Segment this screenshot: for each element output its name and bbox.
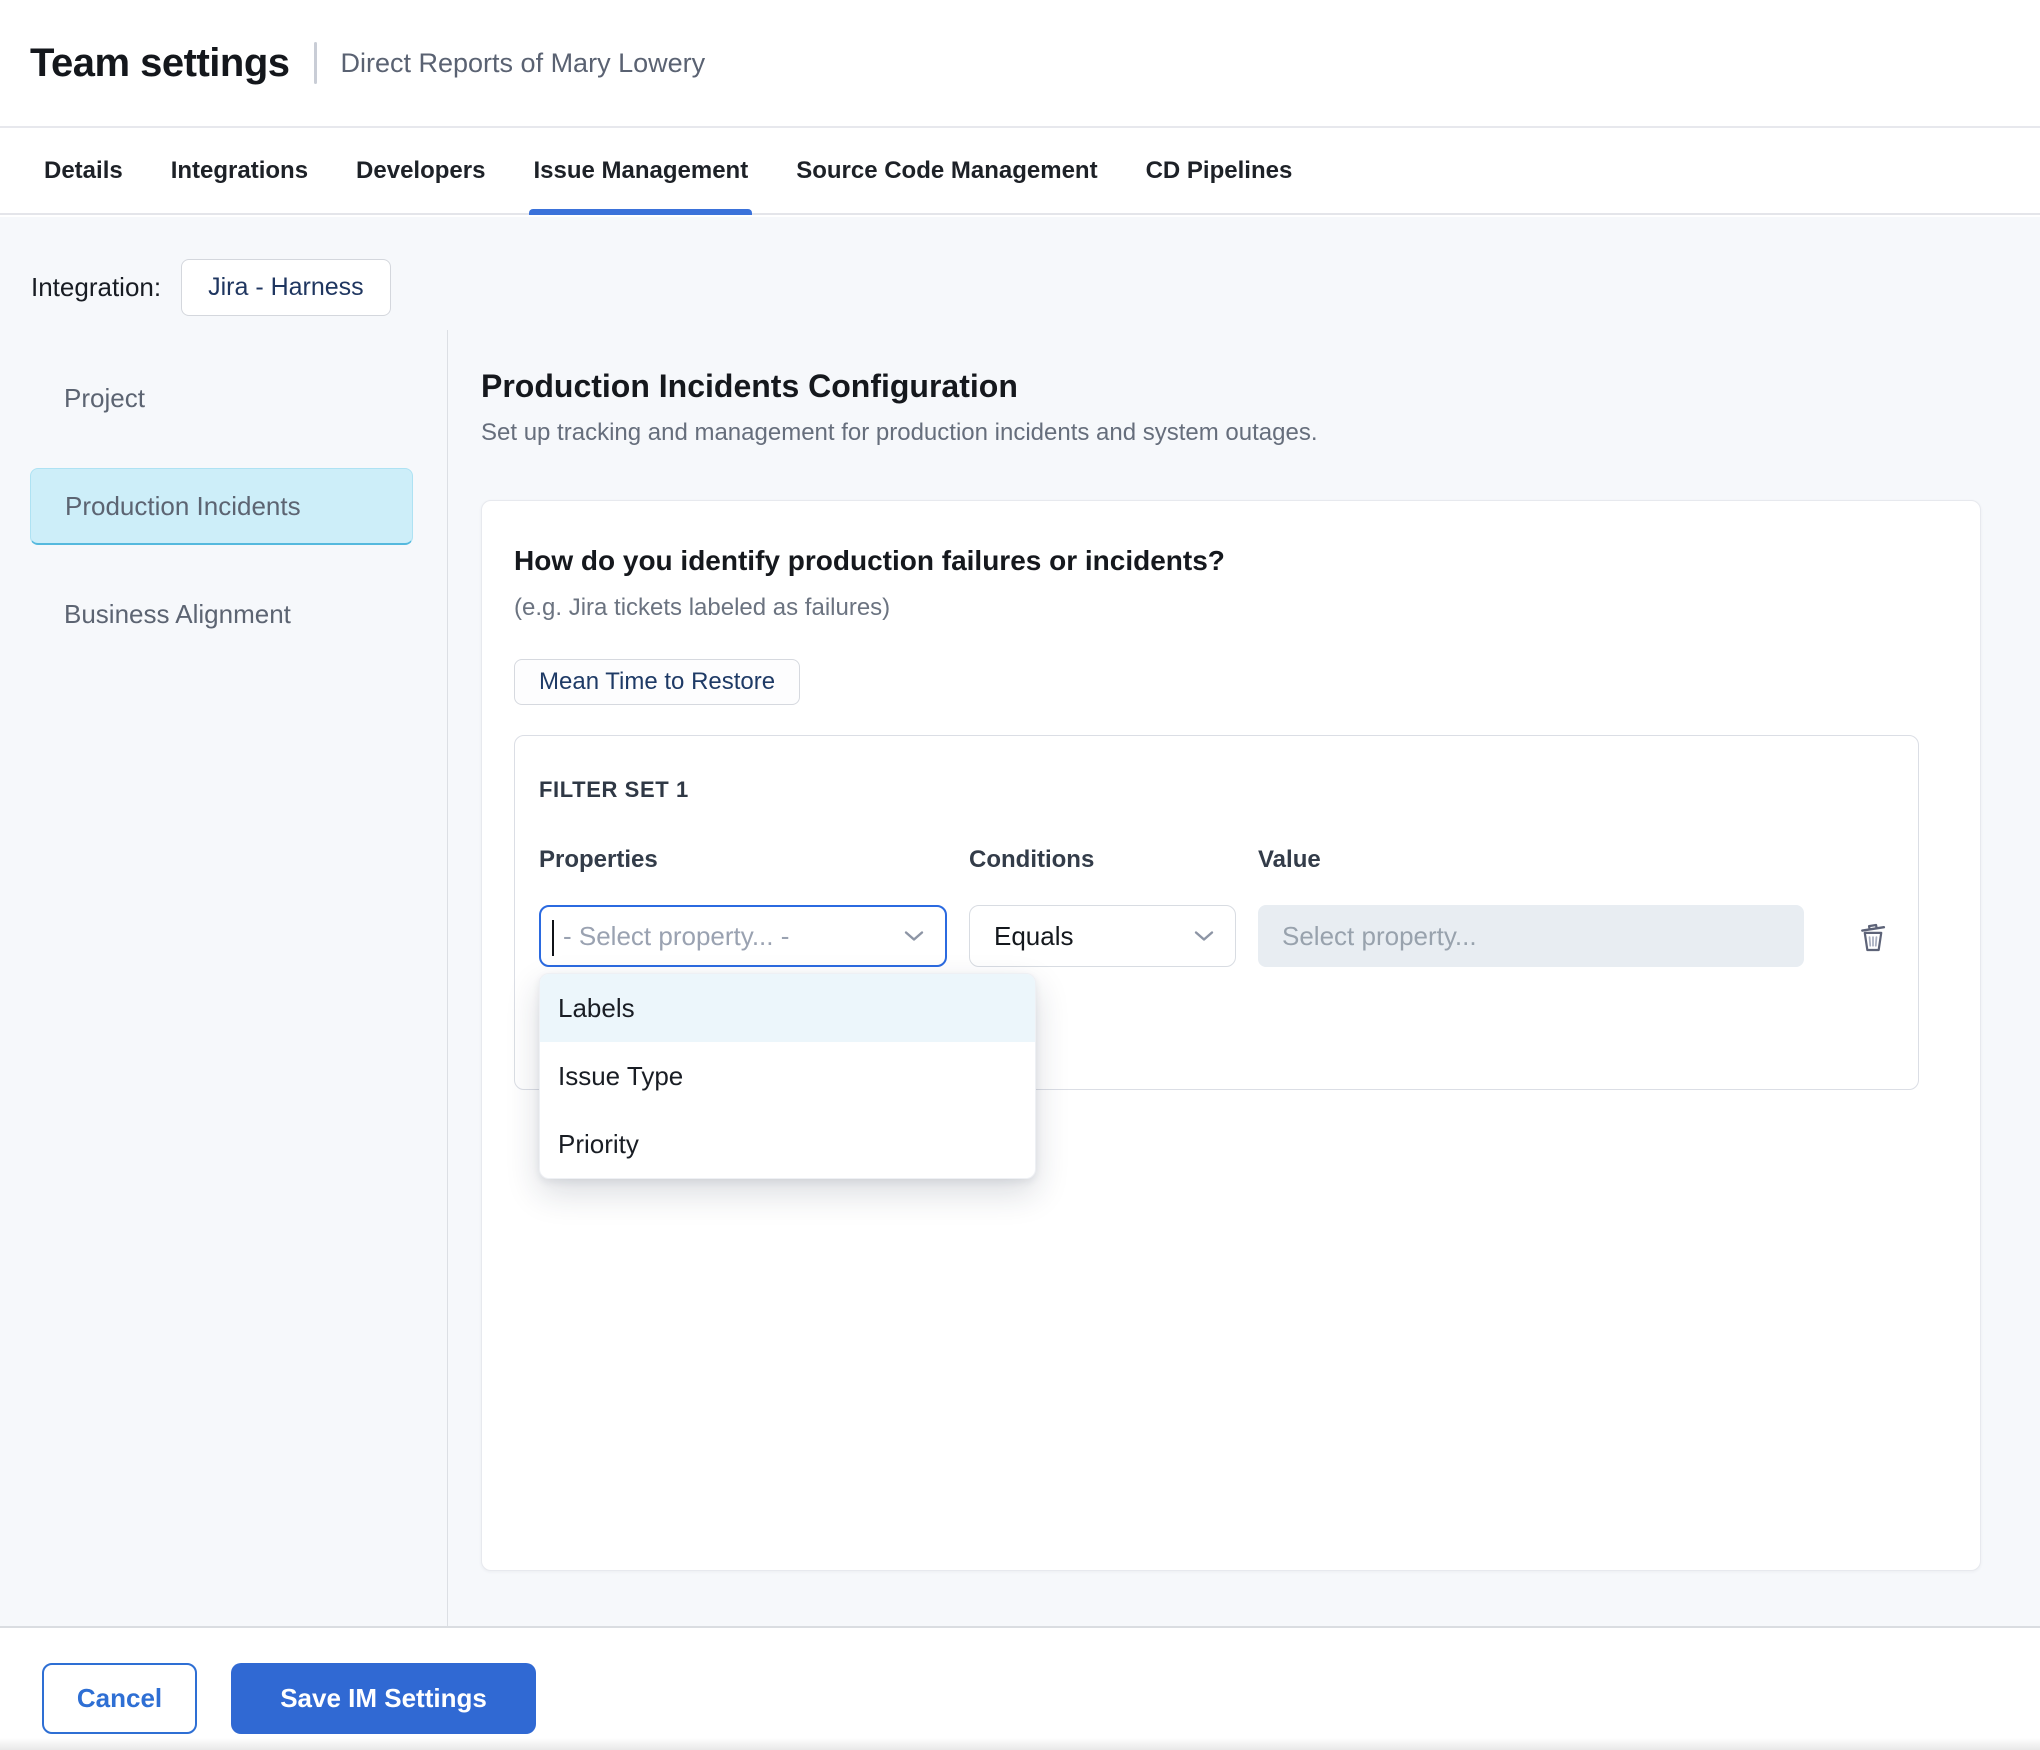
dropdown-option-issue-type[interactable]: Issue Type [540,1042,1035,1110]
condition-select[interactable]: Equals [969,905,1236,967]
text-caret [552,920,554,956]
column-header-conditions: Conditions [969,846,1236,874]
filter-set-title: FILTER SET 1 [539,778,1894,802]
page-header: Team settings Direct Reports of Mary Low… [0,0,2040,128]
page-subtitle: Direct Reports of Mary Lowery [341,48,706,79]
tab-issue-management[interactable]: Issue Management [533,128,748,213]
cancel-button[interactable]: Cancel [42,1663,197,1734]
tab-developers[interactable]: Developers [356,128,485,213]
mean-time-to-restore-chip[interactable]: Mean Time to Restore [514,659,800,705]
config-hint: (e.g. Jira tickets labeled as failures) [514,593,1948,623]
footer-actions: Cancel Save IM Settings [0,1626,2040,1750]
column-header-properties: Properties [539,846,947,874]
property-select-placeholder: - Select property... - [563,921,789,952]
filter-grid: Properties Conditions Value - Select pro… [539,846,1894,967]
save-im-settings-button[interactable]: Save IM Settings [231,1663,536,1734]
integration-chip-jira-harness[interactable]: Jira - Harness [181,259,391,316]
condition-select-value: Equals [994,921,1074,952]
sidebar-item-production-incidents[interactable]: Production Incidents [30,468,413,545]
config-question: How do you identify production failures … [514,543,1948,579]
section-subtitle: Set up tracking and management for produ… [481,418,2040,448]
dropdown-option-labels[interactable]: Labels [540,974,1035,1042]
integration-row: Integration: Jira - Harness [31,259,391,316]
tab-details[interactable]: Details [44,128,123,213]
property-dropdown-menu: Labels Issue Type Priority [539,973,1036,1179]
chevron-down-icon [903,929,925,943]
tab-integrations[interactable]: Integrations [171,128,308,213]
main-panel: Production Incidents Configuration Set u… [448,330,2040,1626]
sidebar-item-business-alignment[interactable]: Business Alignment [30,576,413,653]
chevron-down-icon [1193,929,1215,943]
integration-label: Integration: [31,272,161,303]
tab-cd-pipelines[interactable]: CD Pipelines [1146,128,1293,213]
page-title: Team settings [30,41,290,86]
dropdown-option-priority[interactable]: Priority [540,1110,1035,1178]
section-title: Production Incidents Configuration [481,366,2040,406]
content-area: Integration: Jira - Harness Project Prod… [0,217,2040,1626]
property-select[interactable]: - Select property... - [539,905,947,967]
sidebar-item-project[interactable]: Project [30,360,413,437]
incidents-config-card: How do you identify production failures … [481,500,1981,1571]
settings-sidebar: Project Production Incidents Business Al… [0,330,448,1626]
tab-source-code-management[interactable]: Source Code Management [796,128,1097,213]
delete-filter-button[interactable] [1848,911,1898,961]
filter-set-panel: FILTER SET 1 Properties Conditions Value… [514,735,1919,1090]
row-actions [1826,911,1898,961]
team-settings-page: Team settings Direct Reports of Mary Low… [0,0,2040,1750]
column-header-value: Value [1258,846,1804,874]
value-input[interactable] [1258,905,1804,967]
trash-icon [1853,916,1893,956]
title-divider [314,42,317,84]
settings-tabbar: Details Integrations Developers Issue Ma… [0,128,2040,215]
